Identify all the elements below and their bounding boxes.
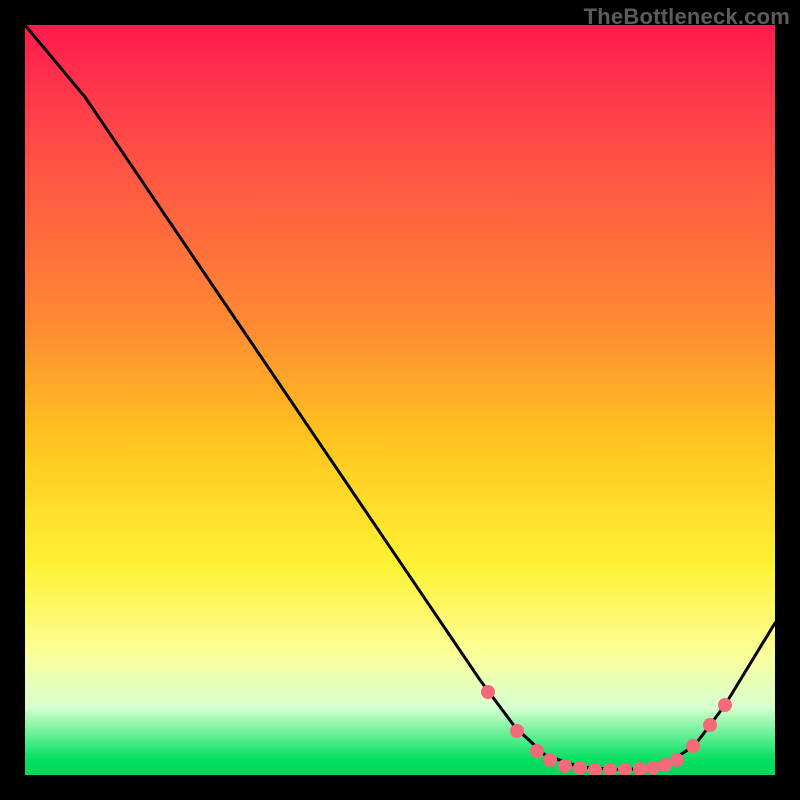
- bottleneck-curve-line: [25, 25, 775, 770]
- chart-frame: TheBottleneck.com: [0, 0, 800, 800]
- highlight-dot: [558, 759, 572, 773]
- highlight-dot: [718, 698, 732, 712]
- highlight-dot: [618, 763, 632, 775]
- highlight-dot: [686, 739, 700, 753]
- plot-area: [25, 25, 775, 775]
- highlight-dot: [603, 763, 617, 775]
- highlight-dot: [510, 724, 524, 738]
- highlight-dot: [703, 718, 717, 732]
- highlight-dot: [658, 758, 672, 772]
- highlight-dot: [543, 753, 557, 767]
- highlight-dot: [588, 763, 602, 775]
- highlight-dot: [670, 753, 684, 767]
- attribution-text: TheBottleneck.com: [584, 4, 790, 30]
- highlight-dot: [481, 685, 495, 699]
- highlight-dot: [646, 761, 660, 775]
- curve-svg: [25, 25, 775, 775]
- highlight-dot: [573, 761, 587, 775]
- highlight-dot: [530, 744, 544, 758]
- highlight-dot: [633, 762, 647, 775]
- highlight-dots-group: [481, 685, 732, 775]
